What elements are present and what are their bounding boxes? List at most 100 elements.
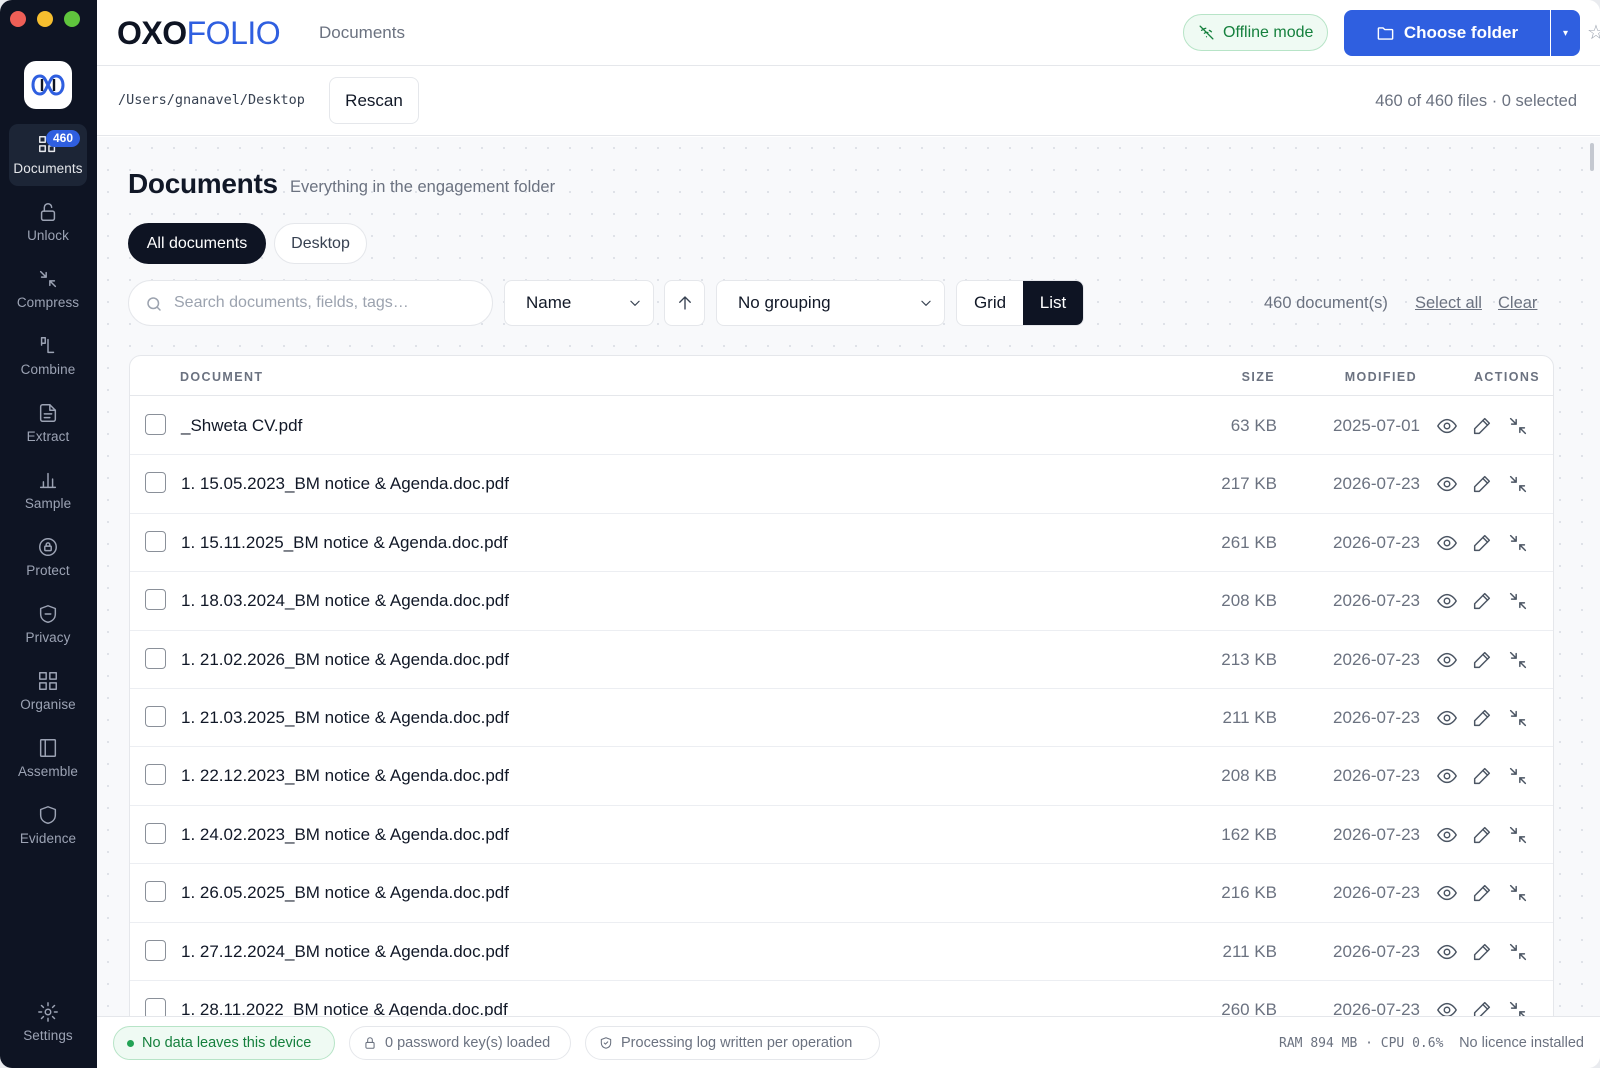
document-name[interactable]: 1. 26.05.2025_BM notice & Agenda.doc.pdf: [181, 883, 509, 903]
close-window-button[interactable]: [10, 11, 26, 27]
document-name[interactable]: 1. 21.02.2026_BM notice & Agenda.doc.pdf: [181, 650, 509, 670]
row-checkbox[interactable]: [145, 997, 166, 1016]
sidebar-item-combine[interactable]: Combine: [9, 325, 87, 387]
sidebar-item-unlock[interactable]: Unlock: [9, 191, 87, 253]
password-keys-pill[interactable]: 0 password key(s) loaded: [349, 1026, 571, 1060]
document-name[interactable]: 1. 22.12.2023_BM notice & Agenda.doc.pdf: [181, 766, 509, 786]
compress-icon[interactable]: [1507, 590, 1529, 612]
row-checkbox[interactable]: [145, 414, 166, 435]
document-name[interactable]: 1. 18.03.2024_BM notice & Agenda.doc.pdf: [181, 591, 509, 611]
table-row[interactable]: _Shweta CV.pdf 63 KB 2025-07-01: [130, 397, 1553, 456]
minimize-window-button[interactable]: [37, 11, 53, 27]
document-name[interactable]: 1. 21.03.2025_BM notice & Agenda.doc.pdf: [181, 708, 509, 728]
main-content[interactable]: Documents Everything in the engagement f…: [97, 137, 1600, 1016]
compress-icon[interactable]: [1507, 707, 1529, 729]
preview-icon[interactable]: [1436, 532, 1458, 554]
row-checkbox[interactable]: [145, 705, 166, 727]
row-checkbox[interactable]: [145, 647, 166, 669]
preview-icon[interactable]: [1436, 649, 1458, 671]
filter-chip-all-documents[interactable]: All documents: [128, 223, 266, 264]
compress-icon[interactable]: [1507, 882, 1529, 904]
sidebar-item-protect[interactable]: Protect: [9, 526, 87, 588]
document-name[interactable]: _Shweta CV.pdf: [181, 416, 302, 436]
sidebar-item-privacy[interactable]: Privacy: [9, 593, 87, 655]
sidebar-item-settings[interactable]: Settings: [9, 991, 87, 1053]
scrollbar-thumb[interactable]: [1590, 143, 1594, 171]
edit-icon[interactable]: [1471, 824, 1493, 846]
column-header-size[interactable]: SIZE: [1242, 370, 1275, 384]
table-row[interactable]: 1. 21.02.2026_BM notice & Agenda.doc.pdf…: [130, 631, 1553, 689]
filter-chip-desktop[interactable]: Desktop: [274, 223, 367, 264]
table-row[interactable]: 1. 15.05.2023_BM notice & Agenda.doc.pdf…: [130, 455, 1553, 514]
sidebar-item-organise[interactable]: Organise: [9, 660, 87, 722]
row-checkbox[interactable]: [145, 764, 166, 786]
edit-icon[interactable]: [1471, 532, 1493, 554]
grid-view-button[interactable]: Grid: [957, 281, 1023, 325]
preview-icon[interactable]: [1436, 415, 1458, 437]
document-name[interactable]: 1. 24.02.2023_BM notice & Agenda.doc.pdf: [181, 825, 509, 845]
choose-folder-dropdown-button[interactable]: ▾: [1551, 10, 1580, 56]
clear-selection-link[interactable]: Clear: [1498, 294, 1537, 313]
compress-icon[interactable]: [1507, 415, 1529, 437]
table-row[interactable]: 1. 22.12.2023_BM notice & Agenda.doc.pdf…: [130, 747, 1553, 806]
compress-icon[interactable]: [1507, 765, 1529, 787]
compress-icon[interactable]: [1507, 999, 1529, 1016]
document-name[interactable]: 1. 15.05.2023_BM notice & Agenda.doc.pdf: [181, 474, 509, 494]
sidebar-item-compress[interactable]: Compress: [9, 258, 87, 320]
edit-icon[interactable]: [1471, 707, 1493, 729]
compress-icon[interactable]: [1507, 941, 1529, 963]
preview-icon[interactable]: [1436, 824, 1458, 846]
preview-icon[interactable]: [1436, 590, 1458, 612]
table-row[interactable]: 1. 18.03.2024_BM notice & Agenda.doc.pdf…: [130, 572, 1553, 631]
sidebar-item-evidence[interactable]: Evidence: [9, 794, 87, 856]
search-input[interactable]: [174, 281, 484, 325]
table-row[interactable]: 1. 21.03.2025_BM notice & Agenda.doc.pdf…: [130, 689, 1553, 748]
edit-icon[interactable]: [1471, 473, 1493, 495]
preview-icon[interactable]: [1436, 882, 1458, 904]
row-checkbox[interactable]: [145, 939, 166, 961]
row-checkbox[interactable]: [145, 881, 166, 903]
offline-mode-badge[interactable]: Offline mode: [1183, 14, 1329, 51]
grouping-select[interactable]: No grouping: [716, 280, 945, 326]
app-logo[interactable]: [24, 61, 72, 109]
preview-icon[interactable]: [1436, 473, 1458, 495]
compress-icon[interactable]: [1507, 532, 1529, 554]
table-row[interactable]: 1. 28.11.2022_BM notice & Agenda.doc.pdf…: [130, 981, 1553, 1016]
edit-icon[interactable]: [1471, 649, 1493, 671]
edit-icon[interactable]: [1471, 882, 1493, 904]
column-header-modified[interactable]: MODIFIED: [1345, 370, 1417, 384]
sidebar-item-documents[interactable]: 460 Documents: [9, 124, 87, 186]
sidebar-item-assemble[interactable]: Assemble: [9, 727, 87, 789]
compress-icon[interactable]: [1507, 824, 1529, 846]
maximize-window-button[interactable]: [64, 11, 80, 27]
row-checkbox[interactable]: [145, 472, 166, 494]
row-checkbox[interactable]: [145, 822, 166, 844]
document-name[interactable]: 1. 15.11.2025_BM notice & Agenda.doc.pdf: [181, 533, 508, 553]
table-row[interactable]: 1. 24.02.2023_BM notice & Agenda.doc.pdf…: [130, 806, 1553, 865]
edit-icon[interactable]: [1471, 590, 1493, 612]
edit-icon[interactable]: [1471, 999, 1493, 1016]
preview-icon[interactable]: [1436, 941, 1458, 963]
preview-icon[interactable]: [1436, 707, 1458, 729]
edit-icon[interactable]: [1471, 765, 1493, 787]
table-row[interactable]: 1. 26.05.2025_BM notice & Agenda.doc.pdf…: [130, 864, 1553, 923]
row-checkbox[interactable]: [145, 589, 166, 611]
document-name[interactable]: 1. 28.11.2022_BM notice & Agenda.doc.pdf: [181, 1000, 508, 1016]
choose-folder-button[interactable]: Choose folder: [1344, 10, 1550, 56]
list-view-button[interactable]: List: [1023, 281, 1083, 325]
preview-icon[interactable]: [1436, 999, 1458, 1016]
table-row[interactable]: 1. 15.11.2025_BM notice & Agenda.doc.pdf…: [130, 514, 1553, 573]
column-header-document[interactable]: DOCUMENT: [180, 370, 263, 384]
select-all-link[interactable]: Select all: [1415, 294, 1482, 313]
sidebar-item-extract[interactable]: Extract: [9, 392, 87, 454]
preview-icon[interactable]: [1436, 765, 1458, 787]
sort-direction-button[interactable]: [664, 280, 705, 326]
table-row[interactable]: 1. 27.12.2024_BM notice & Agenda.doc.pdf…: [130, 923, 1553, 981]
star-icon[interactable]: ☆: [1587, 20, 1600, 45]
search-field[interactable]: [128, 280, 493, 326]
edit-icon[interactable]: [1471, 941, 1493, 963]
sort-by-select[interactable]: Name: [504, 280, 654, 326]
rescan-button[interactable]: Rescan: [329, 77, 419, 124]
compress-icon[interactable]: [1507, 649, 1529, 671]
sidebar-item-sample[interactable]: Sample: [9, 459, 87, 521]
